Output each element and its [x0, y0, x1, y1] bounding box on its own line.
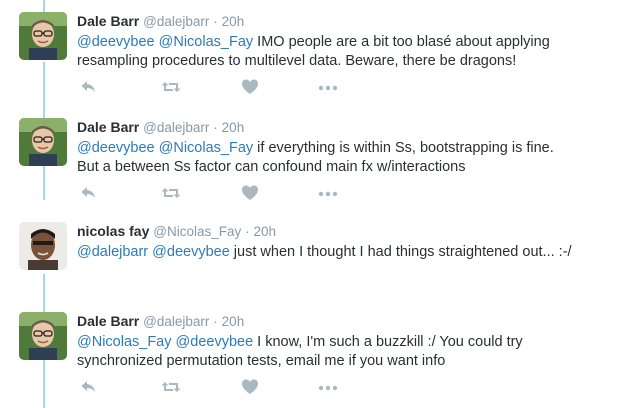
avatar[interactable]	[19, 222, 67, 270]
tweet-header: nicolas fay @Nicolas_Fay · 20h	[77, 222, 609, 240]
retweet-icon[interactable]	[161, 184, 183, 204]
tweet-text: @Nicolas_Fay @deevybee I know, I'm such …	[77, 333, 577, 371]
reply-icon[interactable]	[80, 78, 102, 98]
user-handle[interactable]: @dalejbarr	[143, 14, 209, 29]
user-fullname[interactable]: nicolas fay	[77, 223, 149, 239]
user-fullname[interactable]: Dale Barr	[77, 119, 139, 135]
tweet[interactable]: Dale Barr @dalejbarr · 20h @deevybee @Ni…	[0, 118, 617, 218]
heart-icon[interactable]	[241, 184, 263, 204]
avatar[interactable]	[19, 312, 67, 360]
tweet-text: @dalejbarr @deevybee just when I thought…	[77, 243, 577, 262]
tweet-timestamp[interactable]: 20h	[222, 120, 245, 135]
separator-dot: ·	[213, 120, 218, 135]
tweet[interactable]: Dale Barr @dalejbarr · 20h @deevybee @Ni…	[0, 12, 617, 112]
retweet-icon[interactable]	[161, 378, 183, 398]
more-icon[interactable]	[318, 378, 340, 398]
mention-link[interactable]: @deevybee	[176, 334, 254, 350]
mention-link[interactable]: @Nicolas_Fay	[77, 334, 172, 350]
mention-link[interactable]: @deevybee	[77, 140, 155, 156]
tweet-text: @deevybee @Nicolas_Fay if everything is …	[77, 139, 577, 177]
retweet-icon[interactable]	[161, 78, 183, 98]
user-handle[interactable]: @dalejbarr	[143, 314, 209, 329]
tweet[interactable]: Dale Barr @dalejbarr · 20h @Nicolas_Fay …	[0, 312, 617, 408]
reply-icon[interactable]	[80, 378, 102, 398]
separator-dot: ·	[213, 14, 218, 29]
more-icon[interactable]	[318, 78, 340, 98]
tweet[interactable]: nicolas fay @Nicolas_Fay · 20h @dalejbar…	[0, 222, 617, 322]
tweet-text: @deevybee @Nicolas_Fay IMO people are a …	[77, 33, 577, 71]
user-fullname[interactable]: Dale Barr	[77, 13, 139, 29]
avatar[interactable]	[19, 12, 67, 60]
tweet-header: Dale Barr @dalejbarr · 20h	[77, 312, 609, 330]
mention-link[interactable]: @Nicolas_Fay	[159, 34, 254, 50]
mention-link[interactable]: @dalejbarr	[77, 244, 148, 260]
tweet-timestamp[interactable]: 20h	[222, 14, 245, 29]
tweet-actions	[77, 378, 377, 398]
tweet-timestamp[interactable]: 20h	[222, 314, 245, 329]
heart-icon[interactable]	[241, 78, 263, 98]
separator-dot: ·	[213, 314, 218, 329]
tweet-actions	[77, 78, 377, 98]
tweet-actions	[77, 184, 377, 204]
avatar[interactable]	[19, 118, 67, 166]
tweet-body: just when I thought I had things straigh…	[229, 244, 572, 260]
mention-link[interactable]: @deevybee	[77, 34, 155, 50]
more-icon[interactable]	[318, 184, 340, 204]
user-handle[interactable]: @dalejbarr	[143, 120, 209, 135]
tweet-header: Dale Barr @dalejbarr · 20h	[77, 12, 609, 30]
mention-link[interactable]: @deevybee	[152, 244, 230, 260]
tweet-timestamp[interactable]: 20h	[254, 224, 277, 239]
conversation-thread: Dale Barr @dalejbarr · 20h @deevybee @Ni…	[0, 0, 617, 408]
heart-icon[interactable]	[241, 378, 263, 398]
mention-link[interactable]: @Nicolas_Fay	[159, 140, 254, 156]
thread-line	[43, 0, 45, 12]
user-fullname[interactable]: Dale Barr	[77, 313, 139, 329]
separator-dot: ·	[245, 224, 250, 239]
user-handle[interactable]: @Nicolas_Fay	[153, 224, 241, 239]
tweet-header: Dale Barr @dalejbarr · 20h	[77, 118, 609, 136]
reply-icon[interactable]	[80, 184, 102, 204]
